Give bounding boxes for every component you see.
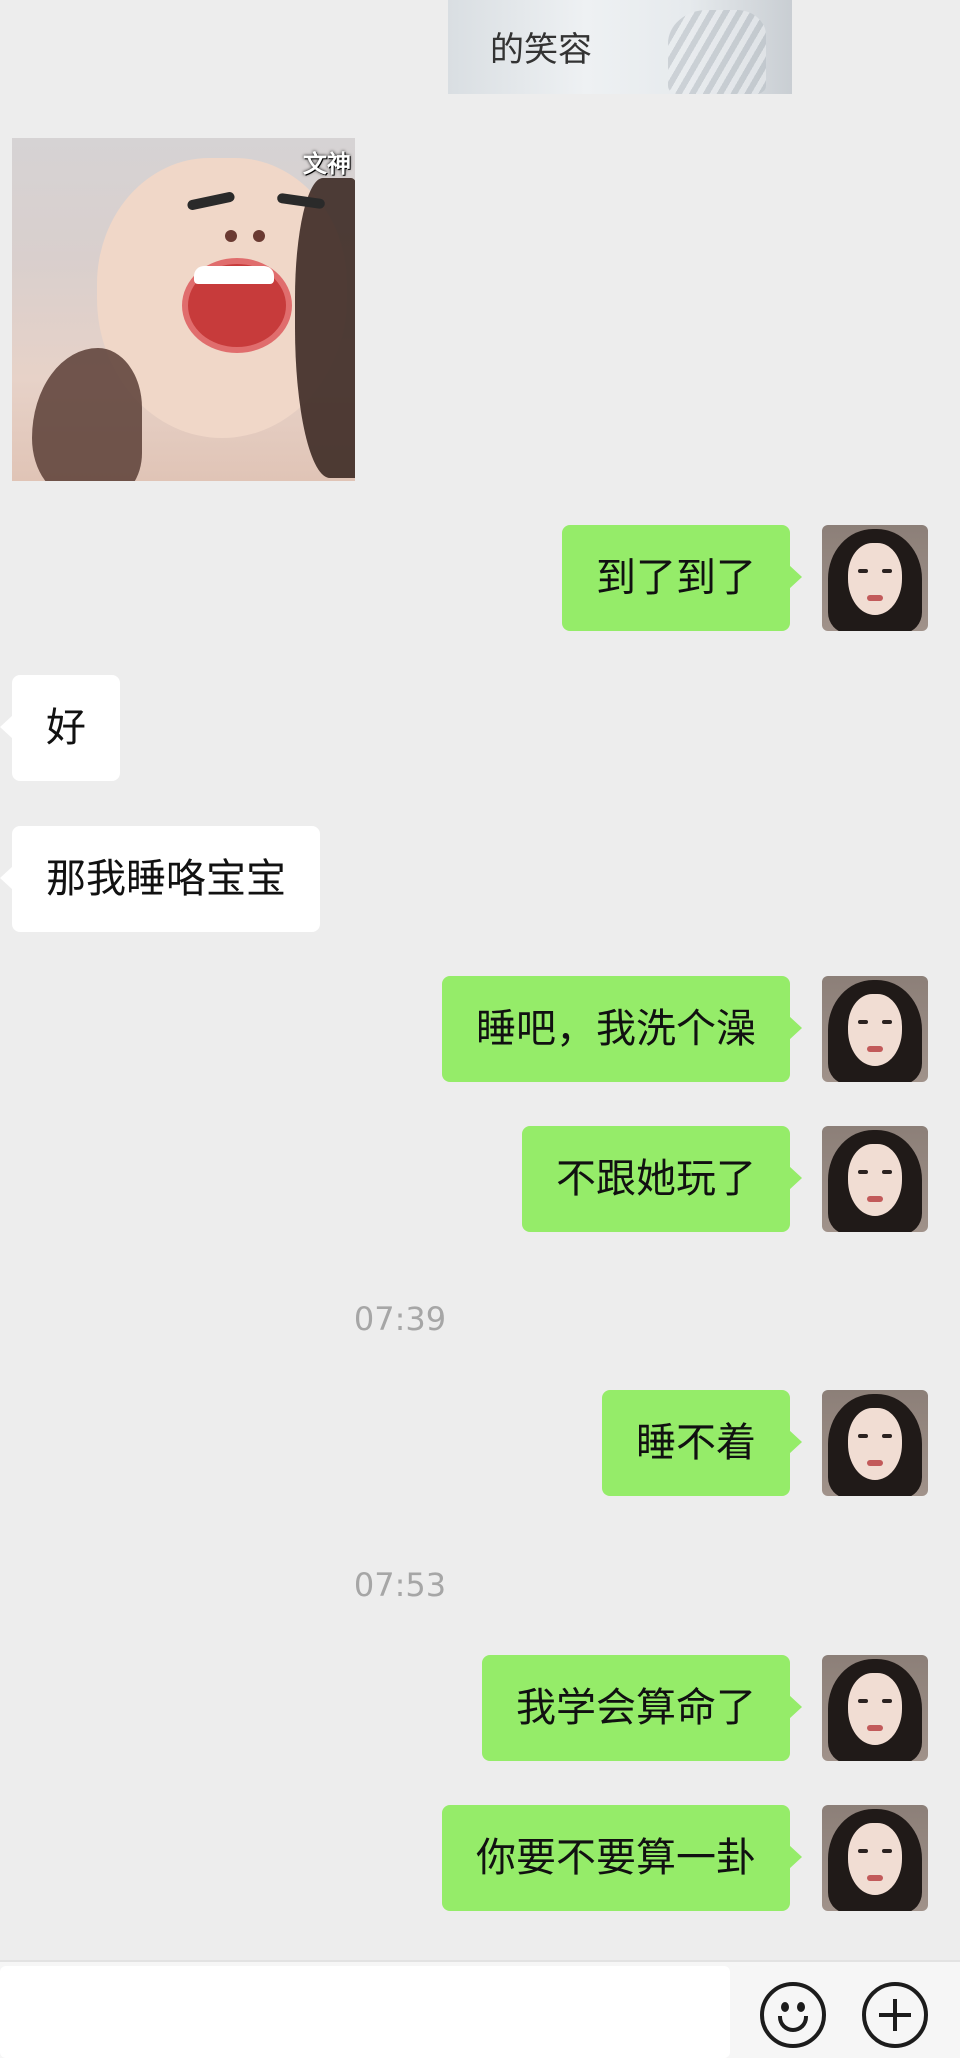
- my-avatar[interactable]: [822, 525, 928, 631]
- my-avatar[interactable]: [822, 1655, 928, 1761]
- image-watermark: 文神: [303, 150, 351, 178]
- message-bubble-sent[interactable]: 到了到了: [562, 525, 802, 631]
- sticker-image-top[interactable]: 的笑容: [448, 0, 792, 94]
- child-hair-right: [295, 178, 355, 478]
- message-bubble-received[interactable]: 那我睡咯宝宝: [0, 826, 320, 932]
- message-bubble-received[interactable]: 好: [0, 675, 120, 781]
- child-hair-left: [32, 348, 142, 481]
- timestamp: 07:53: [353, 1566, 447, 1604]
- sticker-caption: 的笑容: [490, 30, 592, 70]
- message-bubble-sent[interactable]: 睡不着: [602, 1390, 802, 1496]
- plus-icon[interactable]: [862, 1982, 928, 2048]
- timestamp: 07:39: [353, 1300, 447, 1338]
- laughing-child-image[interactable]: 文神: [12, 138, 355, 481]
- my-avatar[interactable]: [822, 976, 928, 1082]
- message-bubble-sent[interactable]: 我学会算命了: [482, 1655, 802, 1761]
- input-bar: [0, 1960, 960, 2058]
- my-avatar[interactable]: [822, 1390, 928, 1496]
- sticker-hand-graphic: [668, 10, 766, 94]
- child-nose: [225, 230, 265, 246]
- message-input[interactable]: [0, 1966, 730, 2058]
- emoji-icon[interactable]: [760, 1982, 826, 2048]
- my-avatar[interactable]: [822, 1805, 928, 1911]
- chat-area[interactable]: 的笑容 文神 到了到了 好 那我睡咯宝宝 睡吧，我洗个澡 不跟她玩了 07:39…: [0, 0, 960, 1960]
- message-bubble-sent[interactable]: 你要不要算一卦: [442, 1805, 802, 1911]
- child-teeth: [194, 266, 274, 284]
- my-avatar[interactable]: [822, 1126, 928, 1232]
- message-bubble-sent[interactable]: 不跟她玩了: [522, 1126, 802, 1232]
- message-bubble-sent[interactable]: 睡吧，我洗个澡: [442, 976, 802, 1082]
